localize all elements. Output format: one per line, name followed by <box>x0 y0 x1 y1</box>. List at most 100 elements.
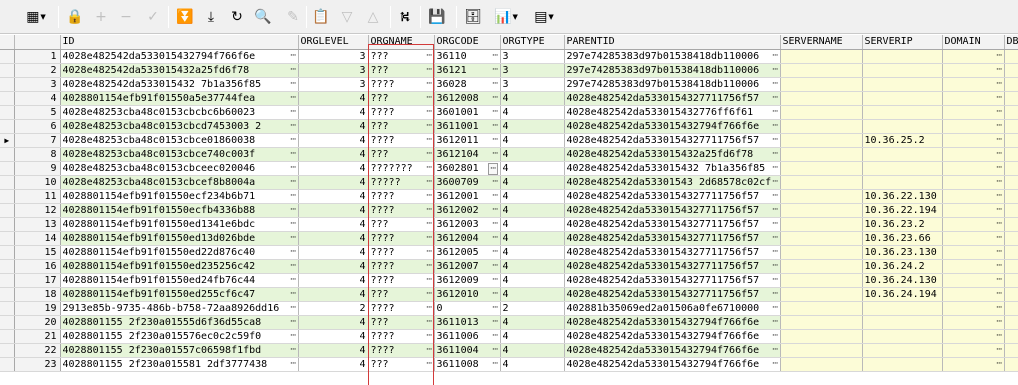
cell-servername[interactable] <box>780 357 863 372</box>
cell-edit-ellipsis-button[interactable]: ··· <box>772 260 779 273</box>
table-row[interactable]: 6 ··· 4028e48253cba48c0153cbcd7453003 2 4 ··… <box>0 119 1018 134</box>
cell-edit-ellipsis-button[interactable]: ··· <box>426 148 433 161</box>
cell-servername[interactable] <box>780 49 863 64</box>
cell-orgcode[interactable]: ··· 3612008 <box>434 91 501 106</box>
cell-domain[interactable]: ··· <box>942 217 1005 232</box>
cell-orgcode[interactable]: ··· 3612003 <box>434 217 501 232</box>
cell-orglevel[interactable]: 4 <box>298 231 369 246</box>
row-number[interactable]: 18 <box>14 287 61 302</box>
column-header-orgname[interactable]: ORGNAME <box>368 35 435 50</box>
cell-orglevel[interactable]: 4 <box>298 287 369 302</box>
row-number[interactable]: 22 <box>14 343 61 358</box>
cell-domain[interactable]: ··· <box>942 315 1005 330</box>
cell-id[interactable]: ··· 4028801155 2f230a015576ec0c2c59f0 <box>60 329 299 344</box>
cell-dbi[interactable] <box>1004 231 1018 246</box>
cell-orglevel[interactable]: 4 <box>298 357 369 372</box>
cell-serverip[interactable] <box>862 49 943 64</box>
cell-edit-ellipsis-button[interactable]: ··· <box>290 274 297 287</box>
cell-servername[interactable] <box>780 343 863 358</box>
find-icon[interactable]: 🔍 <box>252 6 274 28</box>
cell-dbi[interactable] <box>1004 259 1018 274</box>
cell-servername[interactable] <box>780 63 863 78</box>
clear-icon[interactable]: ✎ <box>282 6 304 28</box>
cell-orgtype[interactable]: 4 <box>500 343 565 358</box>
table-row[interactable]: 15 ··· 4028801154efb91f01550ed22d876c40 4 ··… <box>0 245 1018 260</box>
cell-dbi[interactable] <box>1004 245 1018 260</box>
cell-dbi[interactable] <box>1004 147 1018 162</box>
cell-orgcode[interactable]: ··· 3611001 <box>434 119 501 134</box>
cell-edit-ellipsis-button[interactable]: ··· <box>492 344 499 357</box>
cell-orgname[interactable]: ···??? <box>368 147 435 162</box>
cell-orgcode[interactable]: ··· 3612011 <box>434 133 501 148</box>
cell-dbi[interactable] <box>1004 329 1018 344</box>
cell-edit-ellipsis-button[interactable]: ··· <box>996 162 1003 175</box>
cell-edit-ellipsis-button[interactable]: ··· <box>426 260 433 273</box>
column-header-orgtype[interactable]: ORGTYPE <box>500 35 565 50</box>
table-row[interactable]: 11 ··· 4028801154efb91f01550ecf234b6b71 4 ··… <box>0 189 1018 204</box>
table-row[interactable]: 23 ··· 4028801155 2f230a015581 2df3777438 4… <box>0 357 1018 372</box>
cell-domain[interactable]: ··· <box>942 119 1005 134</box>
cell-edit-ellipsis-button[interactable]: ··· <box>996 260 1003 273</box>
cell-id[interactable]: ··· 4028e482542da533015432 7b1a356f85 <box>60 77 299 92</box>
cell-id[interactable]: ··· 4028e48253cba48c0153cbce740c003f <box>60 147 299 162</box>
cell-edit-ellipsis-button[interactable]: ··· <box>426 316 433 329</box>
cell-id[interactable]: ··· 4028e48253cba48c0153cbcd7453003 2 <box>60 119 299 134</box>
cell-domain[interactable]: ··· <box>942 91 1005 106</box>
cell-serverip[interactable]: 10.36.24.130 <box>862 273 943 288</box>
cell-orgcode[interactable]: ··· 3612104 <box>434 147 501 162</box>
table-row[interactable]: 22 ··· 4028801155 2f230a01557c06598f1fbd 4 ·… <box>0 343 1018 358</box>
cell-edit-ellipsis-button[interactable]: ··· <box>492 274 499 287</box>
cell-orgname[interactable]: ···??? <box>368 315 435 330</box>
row-number[interactable]: 7 <box>14 133 61 148</box>
cell-serverip[interactable] <box>862 301 943 316</box>
cell-orglevel[interactable]: 3 <box>298 49 369 64</box>
query-by-example-icon[interactable]: 📋 <box>310 6 332 28</box>
row-indicator[interactable] <box>0 105 15 120</box>
cell-dbi[interactable] <box>1004 273 1018 288</box>
cell-serverip[interactable]: 10.36.23.130 <box>862 245 943 260</box>
cell-id[interactable]: ··· 4028801154efb91f01550a5e37744fea <box>60 91 299 106</box>
cell-servername[interactable] <box>780 133 863 148</box>
cell-edit-ellipsis-button[interactable]: ··· <box>492 288 499 301</box>
cell-edit-ellipsis-button[interactable]: ··· <box>290 50 297 63</box>
cell-edit-ellipsis-button[interactable]: ··· <box>996 218 1003 231</box>
cell-orgcode[interactable]: ··· 3612004 <box>434 231 501 246</box>
refresh-icon[interactable]: ↻ <box>226 6 248 28</box>
cell-orgcode[interactable]: ··· 36028 <box>434 77 501 92</box>
cell-edit-ellipsis-button[interactable]: ··· <box>996 274 1003 287</box>
cell-orglevel[interactable]: 4 <box>298 245 369 260</box>
cell-orgtype[interactable]: 4 <box>500 315 565 330</box>
cell-parentid[interactable]: ··· 4028e482542da533015432794f766f6e <box>564 315 781 330</box>
cell-edit-ellipsis-button[interactable]: ··· <box>290 302 297 315</box>
cell-parentid[interactable]: ··· 297e74285383d97b01538418db110006 <box>564 49 781 64</box>
cell-edit-ellipsis-button[interactable]: ··· <box>996 316 1003 329</box>
cell-parentid[interactable]: ··· 4028e482542da5330154327711756f57 <box>564 287 781 302</box>
cell-edit-ellipsis-button[interactable]: ··· <box>290 148 297 161</box>
cell-parentid[interactable]: ··· 4028e482542da5330154327711756f57 <box>564 273 781 288</box>
cell-dbi[interactable] <box>1004 287 1018 302</box>
cell-orgtype[interactable]: 3 <box>500 77 565 92</box>
cell-edit-ellipsis-button[interactable]: ··· <box>772 50 779 63</box>
cell-edit-ellipsis-button[interactable]: ··· <box>290 316 297 329</box>
cell-dbi[interactable] <box>1004 119 1018 134</box>
cell-orgcode[interactable]: ··· 3611013 <box>434 315 501 330</box>
cell-edit-ellipsis-button[interactable]: ··· <box>426 64 433 77</box>
cell-edit-ellipsis-button[interactable]: ··· <box>426 204 433 217</box>
table-row[interactable]: 12 ··· 4028801154efb91f01550ecfb4336b88 4 ··… <box>0 203 1018 218</box>
cell-orglevel[interactable]: 4 <box>298 315 369 330</box>
cell-dbi[interactable] <box>1004 63 1018 78</box>
cell-id[interactable]: ··· 4028801154efb91f01550ed24fb76c44 <box>60 273 299 288</box>
cell-orgtype[interactable]: 4 <box>500 105 565 120</box>
cell-domain[interactable]: ··· <box>942 189 1005 204</box>
cell-orglevel[interactable]: 3 <box>298 63 369 78</box>
cell-orgcode[interactable]: ··· 3611004 <box>434 343 501 358</box>
column-header-id[interactable]: ID <box>60 35 299 50</box>
cell-edit-ellipsis-button[interactable]: ··· <box>996 204 1003 217</box>
cell-edit-ellipsis-button[interactable]: ··· <box>426 92 433 105</box>
cell-orgtype[interactable]: 4 <box>500 175 565 190</box>
cell-domain[interactable]: ··· <box>942 175 1005 190</box>
cell-servername[interactable] <box>780 259 863 274</box>
cell-orgname[interactable]: ···???? <box>368 245 435 260</box>
cell-orgcode[interactable]: ··· 3612007 <box>434 259 501 274</box>
cell-edit-ellipsis-button[interactable]: ··· <box>492 134 499 147</box>
